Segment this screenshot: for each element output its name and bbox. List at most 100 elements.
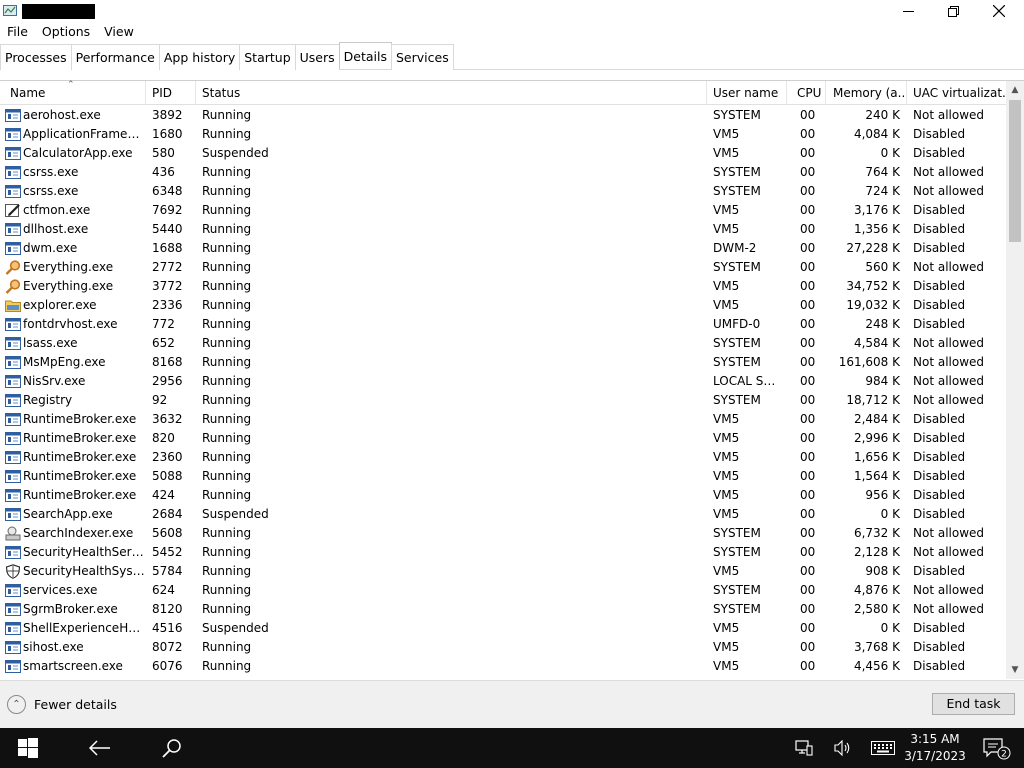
process-cpu: 00 — [800, 203, 816, 217]
restore-button[interactable] — [930, 0, 976, 22]
process-pid: 652 — [152, 336, 175, 350]
tab-performance[interactable]: Performance — [70, 44, 160, 70]
task-manager-app-icon — [3, 5, 17, 16]
process-memory: 1,656 K — [853, 450, 900, 464]
column-header-pid[interactable]: PID — [145, 81, 196, 105]
process-pid: 5784 — [152, 564, 183, 578]
process-uac: Disabled — [913, 298, 966, 312]
column-header-memory[interactable]: Memory (a... — [826, 81, 907, 105]
process-pid: 8072 — [152, 640, 183, 654]
process-status: Running — [202, 583, 252, 597]
process-status: Running — [202, 393, 252, 407]
process-uac: Disabled — [913, 431, 966, 445]
search-button[interactable] — [152, 728, 192, 768]
action-center-button[interactable]: 2 — [982, 736, 1012, 760]
process-memory: 19,032 K — [846, 298, 900, 312]
fewer-details-button[interactable]: ⌃ Fewer details — [7, 695, 117, 714]
column-header-name[interactable]: Name — [3, 81, 146, 105]
tab-startup[interactable]: Startup — [239, 44, 296, 70]
table-row[interactable]: dwm.exe 1688 Running DWM-2 00 27,228 K Disable… — [0, 239, 1006, 258]
table-row[interactable]: CalculatorApp.exe 580 Suspended VM5 00 0 K Dis… — [0, 144, 1006, 163]
table-row[interactable]: RuntimeBroker.exe 820 Running VM5 00 2,996 K D… — [0, 429, 1006, 448]
process-cpu: 00 — [800, 412, 816, 426]
menu-file[interactable]: File — [0, 22, 35, 42]
process-memory: 4,456 K — [853, 659, 900, 673]
process-name: MsMpEng.exe — [23, 355, 106, 369]
process-cpu: 00 — [800, 146, 816, 160]
table-row[interactable]: dllhost.exe 5440 Running VM5 00 1,356 K Disabl… — [0, 220, 1006, 239]
volume-icon[interactable] — [832, 738, 854, 758]
vertical-scrollbar[interactable]: ▲ ▼ — [1006, 81, 1024, 679]
minimize-button[interactable] — [885, 0, 931, 22]
tab-processes[interactable]: Processes — [0, 44, 72, 70]
table-row[interactable]: NisSrv.exe 2956 Running LOCAL SE... 00 984 K N… — [0, 372, 1006, 391]
table-row[interactable]: MsMpEng.exe 8168 Running SYSTEM 00 161,608 K N… — [0, 353, 1006, 372]
process-uac: Disabled — [913, 488, 966, 502]
start-button[interactable] — [0, 728, 56, 768]
process-cpu: 00 — [800, 336, 816, 350]
application-icon — [5, 165, 21, 180]
keyboard-icon[interactable] — [870, 738, 896, 758]
table-row[interactable]: lsass.exe 652 Running SYSTEM 00 4,584 K Not al… — [0, 334, 1006, 353]
scroll-down-icon[interactable]: ▼ — [1006, 661, 1024, 679]
process-cpu: 00 — [800, 564, 816, 578]
table-row[interactable]: ApplicationFrameHo... 1680 Running VM5 00 4,0… — [0, 125, 1006, 144]
table-row[interactable]: Everything.exe 3772 Running VM5 00 34,752 K Di… — [0, 277, 1006, 296]
application-icon — [5, 583, 21, 598]
tab-app-history[interactable]: App history — [158, 44, 241, 70]
process-name: Registry — [23, 393, 73, 407]
menu-options[interactable]: Options — [35, 22, 97, 42]
system-clock[interactable]: 3:15 AM 3/17/2023 — [900, 731, 970, 765]
back-button[interactable] — [78, 728, 122, 768]
tab-users[interactable]: Users — [294, 44, 340, 70]
table-row[interactable]: csrss.exe 436 Running SYSTEM 00 764 K Not allo… — [0, 163, 1006, 182]
table-row[interactable]: SearchApp.exe 2684 Suspended VM5 00 0 K Disabl… — [0, 505, 1006, 524]
table-row[interactable]: SgrmBroker.exe 8120 Running SYSTEM 00 2,580 K… — [0, 600, 1006, 619]
scroll-up-icon[interactable]: ▲ — [1006, 81, 1024, 99]
application-icon — [5, 431, 21, 446]
process-uac: Disabled — [913, 241, 966, 255]
menu-view[interactable]: View — [97, 22, 141, 42]
table-row[interactable]: SecurityHealthServic... 5452 Running SYSTEM… — [0, 543, 1006, 562]
process-uac: Not allowed — [913, 336, 985, 350]
clock-date: 3/17/2023 — [904, 749, 966, 763]
process-memory: 4,584 K — [853, 336, 900, 350]
tab-services[interactable]: Services — [391, 44, 454, 70]
process-status: Running — [202, 279, 252, 293]
table-row[interactable]: RuntimeBroker.exe 5088 Running VM5 00 1,564 K… — [0, 467, 1006, 486]
table-row[interactable]: SecurityHealthSystra... 5784 Running VM5 00 9… — [0, 562, 1006, 581]
table-row[interactable]: Registry 92 Running SYSTEM 00 18,712 K Not all… — [0, 391, 1006, 410]
process-name: RuntimeBroker.exe — [23, 450, 137, 464]
tab-details[interactable]: Details — [338, 42, 392, 69]
table-row[interactable]: Everything.exe 2772 Running SYSTEM 00 560 K No… — [0, 258, 1006, 277]
process-status: Running — [202, 184, 252, 198]
column-header-uac[interactable]: UAC virtualizat... — [906, 81, 1006, 105]
windows-logo-icon — [18, 738, 38, 758]
table-row[interactable]: fontdrvhost.exe 772 Running UMFD-0 00 248 K Di… — [0, 315, 1006, 334]
column-header-user-name[interactable]: User name — [706, 81, 787, 105]
table-row[interactable]: RuntimeBroker.exe 2360 Running VM5 00 1,656 K… — [0, 448, 1006, 467]
table-row[interactable]: SearchIndexer.exe 5608 Running SYSTEM 00 6,73… — [0, 524, 1006, 543]
end-task-button[interactable]: End task — [932, 693, 1015, 715]
table-row[interactable]: services.exe 624 Running SYSTEM 00 4,876 K Not… — [0, 581, 1006, 600]
close-button[interactable] — [976, 0, 1022, 22]
column-header-status[interactable]: Status — [195, 81, 707, 105]
tab-strip: Processes Performance App history Startu… — [0, 42, 1024, 70]
table-row[interactable]: csrss.exe 6348 Running SYSTEM 00 724 K Not all… — [0, 182, 1006, 201]
process-user: SYSTEM — [713, 545, 761, 559]
process-memory: 240 K — [865, 108, 900, 122]
table-row[interactable]: ShellExperienceHost.... 4516 Suspended VM5 0… — [0, 619, 1006, 638]
process-cpu: 00 — [800, 298, 816, 312]
scroll-thumb[interactable] — [1009, 100, 1021, 242]
network-icon[interactable] — [793, 738, 815, 758]
table-row[interactable]: smartscreen.exe 6076 Running VM5 00 4,456 K Di… — [0, 657, 1006, 676]
process-uac: Not allowed — [913, 108, 985, 122]
table-row[interactable]: sihost.exe 8072 Running VM5 00 3,768 K Disable… — [0, 638, 1006, 657]
table-row[interactable]: ctfmon.exe 7692 Running VM5 00 3,176 K Disable… — [0, 201, 1006, 220]
table-row[interactable]: explorer.exe 2336 Running VM5 00 19,032 K Disa… — [0, 296, 1006, 315]
table-row[interactable]: aerohost.exe 3892 Running SYSTEM 00 240 K Not … — [0, 106, 1006, 125]
table-row[interactable]: RuntimeBroker.exe 3632 Running VM5 00 2,484 K… — [0, 410, 1006, 429]
process-cpu: 00 — [800, 602, 816, 616]
table-row[interactable]: RuntimeBroker.exe 424 Running VM5 00 956 K Dis… — [0, 486, 1006, 505]
column-header-cpu[interactable]: CPU — [786, 81, 826, 105]
